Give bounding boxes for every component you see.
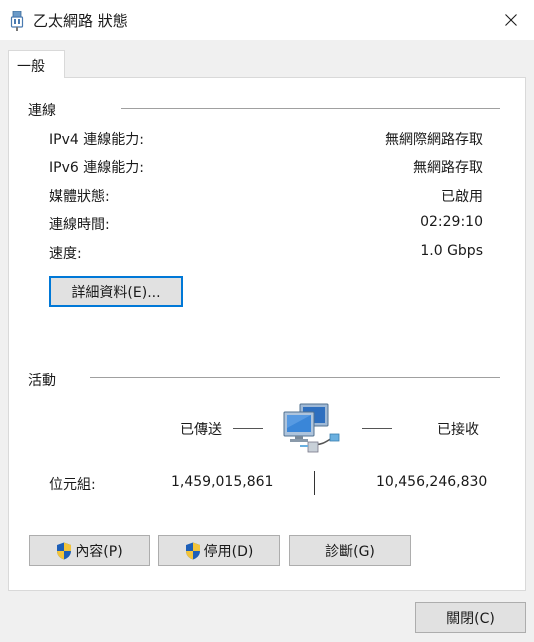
tab-general-label: 一般 bbox=[17, 59, 45, 75]
ipv4-label: IPv4 連線能力: bbox=[49, 132, 144, 148]
media-state-value: 已啟用 bbox=[441, 189, 483, 205]
connection-section-label: 連線 bbox=[28, 103, 56, 119]
uac-shield-icon bbox=[57, 542, 72, 559]
sent-label: 已傳送 bbox=[180, 422, 222, 438]
close-window-button[interactable] bbox=[488, 0, 534, 40]
uac-shield-icon bbox=[185, 542, 200, 559]
window-title: 乙太網路 狀態 bbox=[33, 12, 128, 30]
bytes-sent-value: 1,459,015,861 bbox=[171, 474, 274, 490]
disable-button[interactable]: 停用(D) bbox=[158, 535, 280, 566]
properties-button-label: 內容(P) bbox=[75, 543, 123, 560]
bytes-separator bbox=[314, 471, 315, 495]
title-bar: 乙太網路 狀態 bbox=[0, 0, 534, 40]
duration-value: 02:29:10 bbox=[420, 214, 483, 230]
activity-divider bbox=[90, 377, 500, 378]
speed-value: 1.0 Gbps bbox=[420, 243, 483, 259]
properties-button[interactable]: 內容(P) bbox=[29, 535, 150, 566]
diagnose-button-label: 診斷(G) bbox=[325, 543, 375, 560]
received-dash bbox=[362, 428, 392, 429]
duration-label: 連線時間: bbox=[49, 217, 110, 233]
network-adapter-icon bbox=[10, 11, 24, 31]
details-button-label: 詳細資料(E)... bbox=[71, 284, 161, 301]
ipv4-value: 無網際網路存取 bbox=[385, 132, 483, 148]
network-computers-icon bbox=[283, 403, 340, 453]
ipv6-value: 無網路存取 bbox=[413, 160, 483, 176]
received-label: 已接收 bbox=[437, 422, 479, 438]
media-state-label: 媒體狀態: bbox=[49, 189, 110, 205]
close-button[interactable]: 關閉(C) bbox=[415, 602, 526, 633]
ipv6-label: IPv6 連線能力: bbox=[49, 160, 144, 176]
sent-dash bbox=[233, 428, 263, 429]
details-button[interactable]: 詳細資料(E)... bbox=[49, 276, 183, 307]
general-panel bbox=[8, 77, 526, 591]
disable-button-label: 停用(D) bbox=[203, 543, 254, 560]
speed-label: 速度: bbox=[49, 246, 82, 262]
tab-general[interactable]: 一般 bbox=[8, 50, 65, 78]
connection-divider bbox=[121, 108, 500, 109]
close-icon bbox=[505, 14, 517, 26]
bytes-received-value: 10,456,246,830 bbox=[376, 474, 488, 490]
activity-section-label: 活動 bbox=[28, 373, 56, 389]
close-button-label: 關閉(C) bbox=[446, 610, 495, 627]
diagnose-button[interactable]: 診斷(G) bbox=[289, 535, 411, 566]
bytes-label: 位元組: bbox=[49, 477, 96, 493]
